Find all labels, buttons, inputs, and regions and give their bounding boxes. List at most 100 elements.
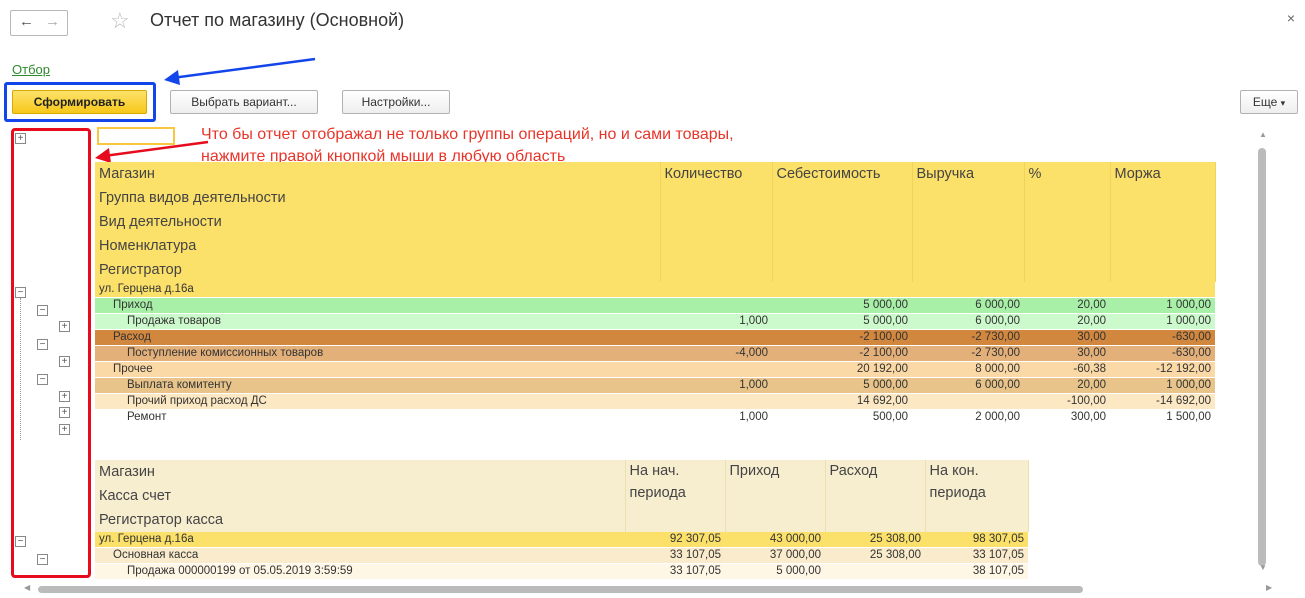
vertical-scrollbar[interactable] <box>1258 148 1266 566</box>
forward-arrow-icon[interactable]: → <box>45 13 60 30</box>
expand-plus-icon[interactable]: + <box>59 407 70 418</box>
collapse-minus-icon[interactable]: − <box>15 536 26 547</box>
cell-rev: 2 000,00 <box>912 409 1024 426</box>
collapse-minus-icon[interactable]: − <box>37 374 48 385</box>
cell-cost: -2 100,00 <box>772 345 912 362</box>
cell-start: 33 107,05 <box>625 563 725 580</box>
expand-plus-icon[interactable]: + <box>59 391 70 402</box>
more-label: Еще <box>1252 95 1278 109</box>
back-arrow-icon[interactable]: ← <box>19 13 34 30</box>
close-icon[interactable]: × <box>1287 10 1295 26</box>
cell-margin: -12 192,00 <box>1110 361 1215 378</box>
cell-margin: -630,00 <box>1110 345 1215 362</box>
group-header-cell: Магазин <box>95 162 661 186</box>
expand-plus-icon[interactable]: + <box>15 133 26 144</box>
group-header-cell: Вид деятельности <box>95 210 661 234</box>
cell-qty <box>660 393 772 410</box>
row-label: Прочий приход расход ДС <box>95 393 660 410</box>
cell-cost: 14 692,00 <box>772 393 912 410</box>
expand-plus-icon[interactable]: + <box>59 424 70 435</box>
table-row[interactable]: Поступление комиссионных товаров -4,000 -2… <box>95 345 1215 362</box>
scroll-left-arrow-icon[interactable]: ◀ <box>24 583 30 592</box>
collapse-minus-icon[interactable]: − <box>37 339 48 350</box>
column-header-cell: Выручка <box>912 162 1025 282</box>
table-row[interactable]: Прочий приход расход ДС 14 692,00 -100,00-… <box>95 393 1215 410</box>
cell-rev: 6 000,00 <box>912 297 1024 314</box>
cell-margin: 1 000,00 <box>1110 313 1215 330</box>
table-row[interactable]: ул. Герцена д.16а <box>95 282 1215 298</box>
cell-rev <box>912 393 1024 410</box>
cell-in: 5 000,00 <box>725 563 825 580</box>
expand-plus-icon[interactable]: + <box>59 321 70 332</box>
row-label: Продажа 000000199 от 05.05.2019 3:59:59 <box>95 563 625 580</box>
column-header-cell: % <box>1024 162 1111 282</box>
settings-button[interactable]: Настройки... <box>342 90 450 114</box>
column-header-cell: Себестоимость <box>772 162 913 282</box>
cell-qty <box>660 282 772 298</box>
table-row[interactable]: Ремонт 1,000 500,00 2 000,00 300,00 1 500,00 <box>95 409 1215 426</box>
table-row[interactable]: Выплата комитенту 1,000 5 000,00 6 000,00 20… <box>95 377 1215 394</box>
cell-start: 33 107,05 <box>625 547 725 564</box>
favorite-star-icon[interactable]: ☆ <box>110 8 130 34</box>
row-label: Расход <box>95 329 660 346</box>
horizontal-scrollbar[interactable] <box>38 586 1083 593</box>
cell-end: 38 107,05 <box>925 563 1028 580</box>
more-button[interactable]: Еще ▾ <box>1240 90 1298 114</box>
scroll-down-arrow-icon[interactable]: ▼ <box>1259 563 1267 572</box>
row-label: Продажа товаров <box>95 313 660 330</box>
cell-rev: 8 000,00 <box>912 361 1024 378</box>
group-header-cell: Касса счет <box>95 484 626 508</box>
table-row[interactable]: Продажа товаров 1,000 5 000,00 6 000,00 20,0… <box>95 313 1215 330</box>
table-row[interactable]: Продажа 000000199 от 05.05.2019 3:59:59 3… <box>95 563 1028 580</box>
cell-pct <box>1024 282 1110 298</box>
row-label: Выплата комитенту <box>95 377 660 394</box>
cell-pct: 30,00 <box>1024 345 1110 362</box>
filter-link[interactable]: Отбор <box>12 62 50 77</box>
collapse-minus-icon[interactable]: − <box>15 287 26 298</box>
group-header-cell: Регистратор касса <box>95 508 626 532</box>
cell-pct: -100,00 <box>1024 393 1110 410</box>
cell-margin: 1 000,00 <box>1110 297 1215 314</box>
cell-pct: 300,00 <box>1024 409 1110 426</box>
page-title: Отчет по магазину (Основной) <box>150 10 405 30</box>
row-label: ул. Герцена д.16а <box>95 282 660 298</box>
collapse-minus-icon[interactable]: − <box>37 305 48 316</box>
cell-qty <box>660 297 772 314</box>
table-row[interactable]: Приход 5 000,00 6 000,00 20,00 1 000,00 <box>95 297 1215 314</box>
nav-buttons: ← → <box>10 10 68 36</box>
cell-pct: 20,00 <box>1024 377 1110 394</box>
group-header-cell: Группа видов деятельности <box>95 186 661 210</box>
choose-variant-button[interactable]: Выбрать вариант... <box>170 90 318 114</box>
cell-start: 92 307,05 <box>625 532 725 548</box>
cell-out: 25 308,00 <box>825 547 925 564</box>
cell-rev: -2 730,00 <box>912 329 1024 346</box>
table-row[interactable]: Прочее 20 192,00 8 000,00 -60,38 -12 192,00 <box>95 361 1215 378</box>
column-header-cell: На нач. периода <box>625 460 726 532</box>
cell-cost: 5 000,00 <box>772 377 912 394</box>
group-header-cell: Регистратор <box>95 258 661 282</box>
cell-qty <box>660 361 772 378</box>
cell-qty: 1,000 <box>660 409 772 426</box>
cell-cost: 500,00 <box>772 409 912 426</box>
chevron-down-icon: ▾ <box>1280 98 1286 108</box>
column-header-cell: Расход <box>825 460 926 532</box>
cell-in: 43 000,00 <box>725 532 825 548</box>
cell-rev: -2 730,00 <box>912 345 1024 362</box>
cell-pct: 20,00 <box>1024 297 1110 314</box>
cell-in: 37 000,00 <box>725 547 825 564</box>
table-row[interactable]: ул. Герцена д.16а 92 307,05 43 000,00 25 30… <box>95 532 1028 548</box>
cell-qty: -4,000 <box>660 345 772 362</box>
cell-qty: 1,000 <box>660 377 772 394</box>
tree-line <box>20 298 21 440</box>
collapse-minus-icon[interactable]: − <box>37 554 48 565</box>
report-corner-cell[interactable] <box>97 127 175 145</box>
cell-rev: 6 000,00 <box>912 313 1024 330</box>
table-row[interactable]: Основная касса 33 107,05 37 000,00 25 308,0… <box>95 547 1028 564</box>
blue-highlight-box <box>4 82 156 122</box>
cell-end: 33 107,05 <box>925 547 1028 564</box>
expand-plus-icon[interactable]: + <box>59 356 70 367</box>
table-row[interactable]: Расход -2 100,00 -2 730,00 30,00 -630,00 <box>95 329 1215 346</box>
column-header-cell: На кон. периода <box>925 460 1029 532</box>
scroll-right-arrow-icon[interactable]: ▶ <box>1266 583 1272 592</box>
scroll-up-arrow-icon[interactable]: ▲ <box>1259 130 1267 139</box>
